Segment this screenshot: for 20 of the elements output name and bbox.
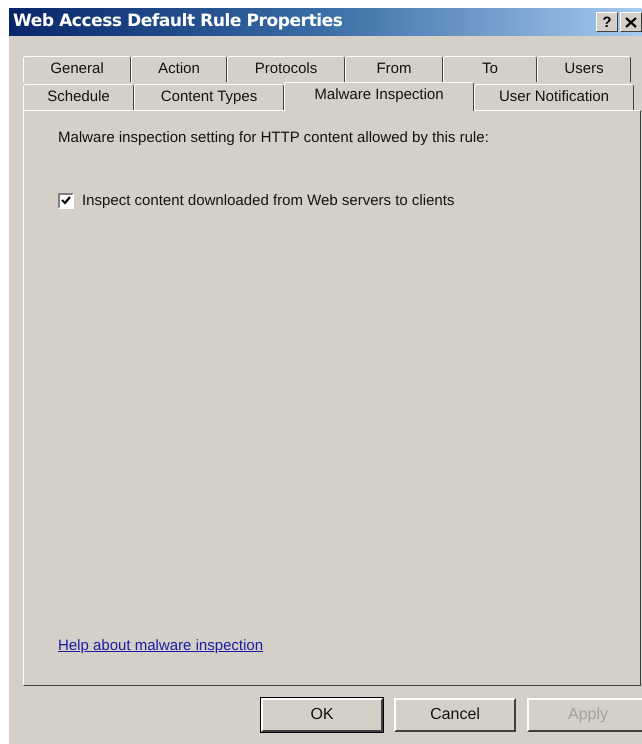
window-title: Web Access Default Rule Properties [13, 10, 342, 34]
tab[interactable]: General [23, 56, 131, 82]
checkbox[interactable] [58, 192, 74, 209]
dialog-button[interactable]: OK [261, 698, 383, 732]
close-button[interactable] [620, 12, 642, 32]
tab[interactable]: From [345, 56, 443, 82]
help-button[interactable]: ? [596, 12, 618, 32]
tab[interactable]: Malware Inspection [284, 82, 474, 111]
description-text: Malware inspection setting for HTTP content allowed by this rule: [58, 128, 490, 148]
dialog-button[interactable]: Cancel [394, 698, 516, 732]
tab[interactable]: User Notification [474, 84, 634, 110]
checkbox-label: Inspect content downloaded from Web servers to clients [82, 190, 454, 210]
tab[interactable]: Users [537, 56, 631, 82]
tab[interactable]: To [443, 56, 537, 82]
tab[interactable]: Schedule [23, 84, 134, 110]
close-icon [625, 16, 637, 28]
tab[interactable]: Action [131, 56, 227, 82]
tab[interactable]: Content Types [134, 84, 284, 110]
tab[interactable]: Protocols [227, 56, 345, 82]
help-link[interactable]: Help about malware inspection [58, 634, 264, 657]
